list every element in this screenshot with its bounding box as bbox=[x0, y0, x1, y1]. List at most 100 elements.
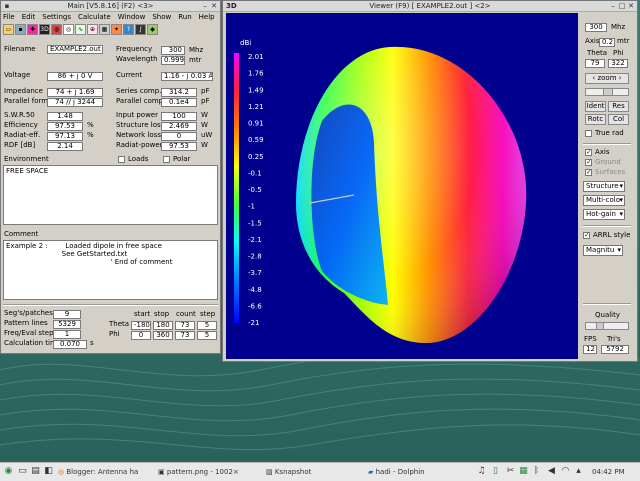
filename-field[interactable]: EXAMPLE2.out bbox=[47, 45, 103, 54]
wavelength-field[interactable]: 0.999 bbox=[161, 56, 185, 65]
axis-size-field[interactable]: 0.2 bbox=[599, 38, 615, 47]
menu-help[interactable]: Help bbox=[199, 13, 215, 21]
task-pattern-png[interactable]: ▣ pattern.png - 1002× bbox=[158, 465, 260, 479]
task-ksnapshot[interactable]: ▨ Ksnapshot bbox=[266, 465, 336, 479]
menu-window[interactable]: Window bbox=[118, 13, 146, 21]
clock[interactable]: 04:42 PM bbox=[592, 465, 625, 479]
menu-run[interactable]: Run bbox=[178, 13, 191, 21]
menu-file[interactable]: File bbox=[3, 13, 15, 21]
show-desktop-icon[interactable]: ◧ bbox=[43, 466, 54, 477]
pattern-3d-canvas[interactable]: dBi 2.01 1.76 1.49 1.21 0.91 0.59 0.25 -0.1 -0.5… bbox=[226, 13, 578, 359]
frequency-field[interactable]: 300 bbox=[161, 46, 185, 55]
viewer-control-panel: 300 Mhz Axis 0.2 mtr Theta Phi 79 322 ‹ … bbox=[581, 13, 635, 359]
music-note-icon[interactable]: ♫ bbox=[476, 466, 487, 477]
menu-calculate[interactable]: Calculate bbox=[78, 13, 111, 21]
pager-icon[interactable]: ▭ bbox=[17, 466, 28, 477]
axis-checkbox[interactable] bbox=[585, 148, 592, 156]
freq-steps-field[interactable]: 1 bbox=[53, 330, 81, 339]
col-button[interactable]: Col bbox=[608, 114, 629, 125]
task-dolphin[interactable]: ▰ hadi - Dolphin bbox=[368, 465, 450, 479]
calc-button-icon[interactable]: ∫ bbox=[135, 23, 146, 35]
theta-view-field[interactable]: 79 bbox=[585, 59, 605, 68]
phi-start-field[interactable]: 0 bbox=[131, 331, 151, 340]
theta-step-field[interactable]: 5 bbox=[197, 321, 217, 330]
color-mode-select[interactable]: Multi-colo bbox=[583, 195, 625, 206]
zoom-left-icon[interactable]: ‹ bbox=[592, 74, 595, 82]
phi-view-field[interactable]: 322 bbox=[608, 59, 628, 68]
phi-step-field[interactable]: 5 bbox=[197, 331, 217, 340]
loads-checkbox[interactable] bbox=[118, 156, 125, 163]
bluetooth-icon[interactable]: ᛒ bbox=[531, 466, 542, 477]
scale-tick-label: 1.76 bbox=[248, 70, 264, 78]
true-rad-checkbox[interactable] bbox=[585, 130, 592, 137]
gain-mode-select[interactable]: Hot-gain bbox=[583, 209, 625, 220]
scale-tick-label: -4.8 bbox=[248, 286, 262, 294]
viewer-freq-field[interactable]: 300 bbox=[585, 23, 607, 32]
close-icon[interactable]: ✕ bbox=[210, 2, 218, 10]
phi-count-field[interactable]: 73 bbox=[175, 331, 195, 340]
voltage-field: 86 + j 0 V bbox=[47, 72, 103, 81]
app-launcher-icon[interactable]: ◉ bbox=[3, 466, 14, 477]
theta-start-field[interactable]: -180 bbox=[131, 321, 151, 330]
tray-expand-icon[interactable]: ▴ bbox=[573, 466, 584, 477]
device-notifier-icon[interactable]: ▦ bbox=[518, 466, 529, 477]
view-slider[interactable] bbox=[585, 88, 629, 96]
environment-textarea[interactable]: FREE SPACE bbox=[3, 165, 218, 225]
theta-count-field[interactable]: 73 bbox=[175, 321, 195, 330]
save-icon[interactable]: ▪ bbox=[15, 23, 26, 35]
calculator-icon[interactable]: ▦ bbox=[99, 23, 110, 35]
current-label: Current bbox=[116, 71, 143, 79]
main-toolbar: ▭ ▪ ✚ 3D ◍ ◎ ∿ ⊕ ▦ ✦ ? ∫ ◆ bbox=[1, 22, 220, 36]
window-list-icon[interactable]: ▤ bbox=[30, 466, 41, 477]
menu-settings[interactable]: Settings bbox=[42, 13, 71, 21]
menu-edit[interactable]: Edit bbox=[22, 13, 36, 21]
ground-checkbox[interactable] bbox=[585, 158, 592, 166]
zoom-control[interactable]: ‹ zoom › bbox=[585, 73, 629, 84]
quality-slider[interactable] bbox=[585, 322, 629, 330]
help-icon[interactable]: ? bbox=[123, 23, 134, 35]
structure-select[interactable]: Structure bbox=[583, 181, 625, 192]
magnitude-select[interactable]: Magnitu bbox=[583, 245, 623, 256]
smith-chart-icon[interactable]: ⊕ bbox=[87, 23, 98, 35]
optimizer-icon[interactable]: ✦ bbox=[111, 23, 122, 35]
scale-tick-label: -21 bbox=[248, 319, 259, 327]
surfaces-checkbox[interactable] bbox=[585, 168, 592, 176]
swr-plot-icon[interactable]: ∿ bbox=[75, 23, 86, 35]
clipboard-icon[interactable]: ▯ bbox=[490, 466, 501, 477]
camera-icon: ▨ bbox=[266, 468, 275, 476]
minimize-icon[interactable]: – bbox=[201, 2, 209, 10]
res-button[interactable]: Res bbox=[608, 101, 629, 112]
axis-size-label: Axis bbox=[585, 37, 600, 45]
viewer-close-icon[interactable]: ✕ bbox=[627, 2, 635, 10]
arrl-style-checkbox[interactable] bbox=[583, 231, 590, 239]
quality-slider-thumb[interactable] bbox=[596, 323, 604, 329]
viewer-minimize-icon[interactable]: – bbox=[609, 2, 617, 10]
input-power-field[interactable]: 100 bbox=[161, 112, 197, 121]
menu-show[interactable]: Show bbox=[152, 13, 171, 21]
view-3d-icon[interactable]: 3D bbox=[39, 23, 50, 35]
wavelength-unit: mtr bbox=[189, 56, 202, 64]
phi-view-label: Phi bbox=[613, 49, 624, 57]
task-blogger[interactable]: ◎ Blogger: Antenna ha bbox=[58, 465, 150, 479]
ident-button[interactable]: Ident bbox=[585, 101, 606, 112]
open-file-icon[interactable]: ▭ bbox=[3, 23, 14, 35]
polar-plot-icon[interactable]: ◎ bbox=[63, 23, 74, 35]
phi-stop-field[interactable]: 360 bbox=[153, 331, 173, 340]
network-icon[interactable]: ◠ bbox=[560, 466, 571, 477]
polar-checkbox[interactable] bbox=[163, 156, 170, 163]
geometry-icon[interactable]: ✚ bbox=[27, 23, 38, 35]
comment-textarea[interactable]: Example 2 : Loaded dipole in free space … bbox=[3, 240, 218, 300]
viewer-maximize-icon[interactable]: □ bbox=[618, 2, 626, 10]
swr-field: 1.48 bbox=[47, 112, 83, 121]
extra-tool-icon[interactable]: ◆ bbox=[147, 23, 158, 35]
tools-icon[interactable]: ✂ bbox=[505, 466, 516, 477]
volume-icon[interactable]: ◀ bbox=[546, 466, 557, 477]
window-menu-icon[interactable]: ▪ bbox=[3, 2, 11, 10]
rotc-button[interactable]: Rotc bbox=[585, 114, 606, 125]
theta-stop-field[interactable]: 180 bbox=[153, 321, 173, 330]
pattern-icon[interactable]: ◍ bbox=[51, 23, 62, 35]
view-slider-thumb[interactable] bbox=[603, 89, 613, 95]
zoom-right-icon[interactable]: › bbox=[619, 74, 622, 82]
scale-tick-label: -6.6 bbox=[248, 302, 262, 310]
parallel-comp-unit: pF bbox=[201, 97, 210, 105]
